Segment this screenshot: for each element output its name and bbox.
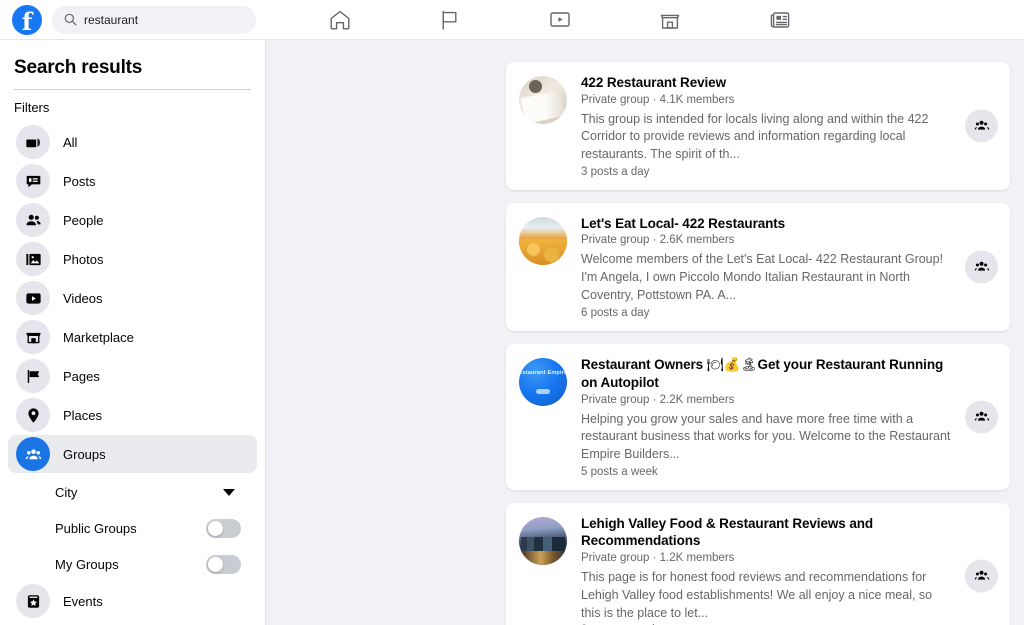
sub-filter-label: My Groups <box>55 556 119 572</box>
sidebar-item-label: People <box>63 212 104 228</box>
group-card-body: 422 Restaurant Review Private group · 4.… <box>581 74 998 178</box>
group-description: Welcome members of the Let's Eat Local- … <box>581 252 944 302</box>
sidebar-item-places[interactable]: Places <box>8 396 257 434</box>
join-group-button[interactable] <box>965 400 998 434</box>
chevron-down-icon <box>223 488 235 496</box>
group-result-card[interactable]: Restaurant Owners 🍽💰🏝Get your Restaurant… <box>506 343 1010 490</box>
group-thumbnail <box>519 357 567 406</box>
sidebar-item-label: Groups <box>63 446 106 462</box>
sidebar-item-videos[interactable]: Videos <box>8 279 257 317</box>
group-thumbnail <box>519 76 567 124</box>
sidebar-item-pages[interactable]: Pages <box>8 357 257 395</box>
groups-icon <box>16 437 50 471</box>
sidebar-item-people[interactable]: People <box>8 201 257 239</box>
group-description: Helping you grow your sales and have mor… <box>581 411 951 462</box>
filters-section-label: Filters <box>14 100 50 115</box>
my-groups-toggle[interactable] <box>206 554 241 574</box>
marketplace-icon <box>16 320 50 354</box>
sidebar-item-posts[interactable]: Posts <box>8 162 257 200</box>
places-icon <box>16 398 50 432</box>
group-thumbnail <box>519 516 567 565</box>
group-title[interactable]: Restaurant Owners 🍽💰🏝Get your Restaurant… <box>581 356 952 392</box>
sidebar-item-photos[interactable]: Photos <box>8 240 257 278</box>
sub-filter-city[interactable]: City <box>8 474 257 510</box>
facebook-logo[interactable]: f <box>12 4 42 35</box>
sidebar-item-label: Places <box>63 407 103 423</box>
videos-icon <box>16 281 50 315</box>
search-input[interactable]: restaurant <box>52 5 256 34</box>
events-icon <box>16 584 50 618</box>
group-title[interactable]: Let's Eat Local- 422 Restaurants <box>581 215 952 233</box>
group-title[interactable]: Lehigh Valley Food & Restaurant Reviews … <box>581 515 952 550</box>
public-groups-toggle[interactable] <box>206 518 241 538</box>
sidebar-item-label: Posts <box>63 173 96 189</box>
group-activity: 5 posts a week <box>581 465 658 478</box>
group-card-body: Lehigh Valley Food & Restaurant Reviews … <box>581 515 998 625</box>
group-meta: Private group · 4.1K members <box>581 93 735 106</box>
group-members-icon <box>974 412 989 421</box>
primary-nav-icons <box>256 5 1024 35</box>
search-results-main: 422 Restaurant Review Private group · 4.… <box>266 40 1024 625</box>
page-title: Search results <box>14 57 143 78</box>
posts-icon <box>16 164 50 198</box>
join-group-button[interactable] <box>965 109 998 143</box>
group-members-icon <box>974 570 989 580</box>
group-results-list: 422 Restaurant Review Private group · 4.… <box>506 62 1010 625</box>
group-activity: 3 posts a day <box>581 165 650 178</box>
nav-home-icon[interactable] <box>325 5 355 35</box>
people-icon <box>16 203 50 237</box>
toggle-knob <box>208 520 223 536</box>
group-thumbnail <box>519 216 567 265</box>
sidebar-item-label: Marketplace <box>63 329 134 345</box>
toggle-knob <box>208 556 223 572</box>
nav-pages-flag-icon[interactable] <box>435 5 465 35</box>
search-filters-sidebar: Search results Filters All Posts People … <box>0 40 266 625</box>
sidebar-item-marketplace[interactable]: Marketplace <box>8 318 257 356</box>
group-result-card[interactable]: Let's Eat Local- 422 Restaurants Private… <box>506 202 1010 331</box>
top-navigation-bar: f restaurant <box>0 0 1024 40</box>
search-query-text: restaurant <box>84 12 139 27</box>
join-group-button[interactable] <box>965 250 998 284</box>
group-card-body: Restaurant Owners 🍽💰🏝Get your Restaurant… <box>581 356 998 478</box>
group-activity: 6 posts a day <box>581 306 650 319</box>
sub-filter-my-groups[interactable]: My Groups <box>8 546 257 582</box>
sidebar-item-label: Videos <box>63 290 103 306</box>
sidebar-divider <box>14 89 251 90</box>
group-meta: Private group · 2.2K members <box>581 393 735 406</box>
group-members-icon <box>974 261 989 271</box>
group-title-emoji: 🍽💰🏝 <box>706 356 758 373</box>
group-result-card[interactable]: 422 Restaurant Review Private group · 4.… <box>506 62 1010 190</box>
group-title-text: Restaurant Owners <box>581 356 707 372</box>
sidebar-item-label: Pages <box>63 368 100 384</box>
sub-filter-public-groups[interactable]: Public Groups <box>8 510 257 546</box>
join-group-button[interactable] <box>965 559 998 593</box>
group-card-body: Let's Eat Local- 422 Restaurants Private… <box>581 215 998 319</box>
nav-marketplace-icon[interactable] <box>655 5 685 35</box>
group-meta: Private group · 2.6K members <box>581 234 735 247</box>
group-result-card[interactable]: Lehigh Valley Food & Restaurant Reviews … <box>506 502 1010 625</box>
photos-icon <box>16 242 50 276</box>
sidebar-item-label: Photos <box>63 251 104 267</box>
sub-filter-label: Public Groups <box>55 520 137 536</box>
pages-icon <box>16 359 50 393</box>
sidebar-item-all[interactable]: All <box>8 123 257 161</box>
group-description: This page is for honest food reviews and… <box>581 570 933 620</box>
nav-news-icon[interactable] <box>765 5 795 35</box>
sidebar-item-groups[interactable]: Groups <box>8 435 257 473</box>
all-icon <box>16 125 50 159</box>
group-description: This group is intended for locals living… <box>581 111 929 162</box>
group-members-icon <box>974 121 989 131</box>
nav-watch-video-icon[interactable] <box>545 5 575 35</box>
sidebar-item-label: Events <box>63 593 103 609</box>
group-meta: Private group · 1.2K members <box>581 552 735 565</box>
search-icon <box>64 13 77 26</box>
sidebar-item-events[interactable]: Events <box>8 582 257 620</box>
sub-filter-label: City <box>55 484 78 500</box>
sidebar-item-label: All <box>63 134 78 150</box>
group-title[interactable]: 422 Restaurant Review <box>581 74 952 92</box>
